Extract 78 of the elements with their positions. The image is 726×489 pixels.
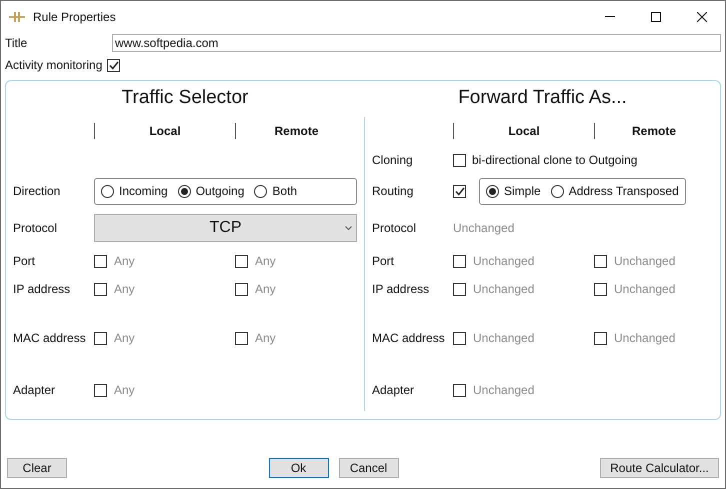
option-label: Any	[255, 330, 276, 347]
column-header: Remote	[273, 123, 320, 140]
protocol-dropdown[interactable]: TCP	[94, 214, 357, 242]
maximize-icon	[651, 12, 661, 22]
field-label: MAC address	[372, 330, 446, 347]
checkbox[interactable]	[594, 282, 607, 296]
option-label: Outgoing	[196, 183, 244, 200]
chevron-down-icon	[345, 226, 352, 230]
option-label: bi-directional clone to Outgoing	[472, 152, 638, 169]
clear-button[interactable]: Clear	[7, 458, 67, 478]
field-label: Adapter	[372, 382, 416, 399]
option-label: Both	[272, 183, 298, 200]
option-label: Simple	[504, 183, 541, 200]
option-label: Any	[114, 330, 135, 347]
close-icon	[697, 12, 707, 22]
option-label: Unchanged	[614, 330, 676, 347]
field-label: Activity monitoring	[5, 57, 102, 74]
radio-button[interactable]	[486, 184, 499, 198]
option-label: Unchanged	[473, 330, 534, 347]
field-label: Title	[5, 35, 28, 52]
option-label: Any	[114, 281, 135, 298]
checkbox[interactable]	[594, 254, 607, 268]
checkbox[interactable]	[235, 254, 248, 268]
checkmark-icon	[108, 60, 119, 70]
option-label: Incoming	[119, 183, 168, 200]
column-header: Remote	[630, 123, 677, 140]
option-label: Unchanged	[614, 253, 676, 270]
checkbox[interactable]	[235, 332, 248, 344]
checkbox[interactable]	[107, 58, 120, 72]
option-label: Unchanged	[473, 382, 534, 399]
checkbox[interactable]	[453, 282, 466, 296]
radio-button[interactable]	[101, 184, 114, 198]
option-label: Any	[114, 382, 135, 399]
field-label: Direction	[13, 183, 62, 200]
option-label: Unchanged	[473, 281, 534, 298]
checkbox[interactable]	[453, 184, 466, 198]
window-title: Rule Properties	[33, 8, 117, 26]
option-label: Unchanged	[473, 253, 534, 270]
checkmark-icon	[454, 186, 464, 196]
radio-button[interactable]	[550, 184, 564, 198]
field-label: Adapter	[13, 382, 56, 399]
protocol-value: Unchanged	[453, 220, 514, 237]
title-field[interactable]: www.softpedia.com	[112, 34, 721, 52]
field-label: Routing	[372, 183, 414, 200]
option-label: Unchanged	[614, 281, 676, 298]
field-label: IP address	[13, 281, 72, 298]
field-label: Port	[372, 253, 396, 270]
field-label: Port	[13, 253, 36, 270]
checkbox[interactable]	[453, 154, 466, 166]
checkbox[interactable]	[94, 254, 107, 268]
field-label: Protocol	[372, 220, 418, 237]
route-calculator-button[interactable]: Route Calculator...	[600, 458, 719, 478]
checkbox[interactable]	[453, 384, 466, 396]
section-heading: Traffic Selector	[122, 86, 248, 110]
checkbox[interactable]	[94, 332, 107, 344]
minimize-icon	[605, 16, 615, 17]
radio-button[interactable]	[254, 184, 268, 198]
checkbox[interactable]	[235, 282, 248, 296]
option-label: Any	[255, 253, 276, 270]
field-label: Cloning	[372, 152, 414, 169]
option-label: Address Transposed	[568, 183, 679, 200]
field-label: IP address	[372, 281, 430, 298]
cancel-button[interactable]: Cancel	[338, 458, 398, 478]
checkbox[interactable]	[453, 254, 466, 268]
radio-button[interactable]	[178, 184, 191, 198]
field-label: Protocol	[13, 220, 58, 237]
column-header: Local	[148, 123, 182, 140]
checkbox[interactable]	[453, 332, 466, 344]
section-heading: Forward Traffic As...	[458, 86, 627, 110]
checkbox[interactable]	[94, 384, 107, 396]
checkbox[interactable]	[594, 332, 607, 344]
field-label: MAC address	[13, 330, 87, 347]
ok-button[interactable]: Ok	[268, 458, 328, 478]
app-icon	[9, 10, 25, 22]
column-header: Local	[507, 123, 541, 140]
option-label: Any	[255, 281, 276, 298]
checkbox[interactable]	[94, 282, 107, 296]
option-label: Any	[114, 253, 135, 270]
